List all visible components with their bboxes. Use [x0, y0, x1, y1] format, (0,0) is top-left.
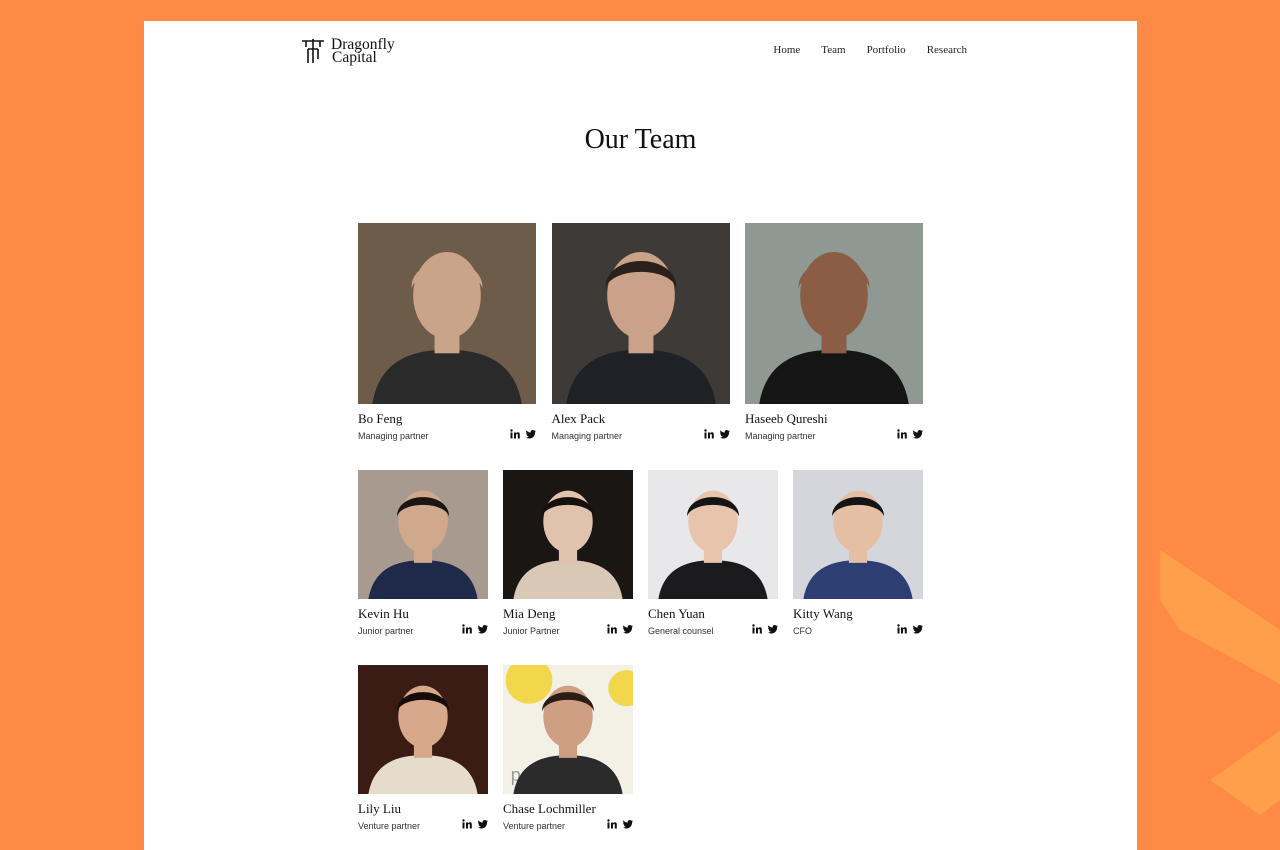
team-member-meta: Chen Yuan General counsel [648, 599, 778, 646]
twitter-icon[interactable] [623, 624, 633, 634]
team-card: Haseeb Qureshi Managing partner [745, 223, 923, 451]
team-member-photo [358, 223, 536, 404]
team-member-name: Alex Pack [551, 411, 606, 426]
team-member-photo [551, 223, 730, 404]
linkedin-icon[interactable] [897, 429, 907, 439]
social-links [897, 429, 923, 439]
team-member-name: Kevin Hu [358, 606, 409, 621]
linkedin-icon[interactable] [510, 429, 520, 439]
team-member-photo [648, 470, 778, 599]
nav-portfolio[interactable]: Portfolio [867, 44, 906, 56]
team-member-meta: Alex Pack Managing partner [552, 404, 730, 451]
team-member-photo [503, 470, 633, 599]
site-header: Dragonfly Capital Home Team Portfolio Re… [144, 21, 1137, 91]
team-card: Bo Feng Managing partner [358, 223, 536, 451]
team-member-photo [358, 665, 488, 794]
social-links [462, 819, 488, 829]
page-title: Our Team [584, 124, 697, 155]
team-member-photo [358, 470, 488, 599]
social-links [607, 819, 633, 829]
linkedin-icon[interactable] [607, 819, 617, 829]
team-member-name: Chase Lochmiller [503, 801, 596, 816]
team-row-2: Kevin Hu Junior partner Mia Deng Junior Pa… [358, 470, 938, 646]
social-links [897, 624, 923, 634]
team-member-meta: Kevin Hu Junior partner [358, 599, 488, 646]
team-card: powered bChase LochmillerVenture partner [503, 665, 633, 841]
team-member-meta: Bo Feng Managing partner [358, 404, 536, 451]
team-card: Kevin Hu Junior partner [358, 470, 488, 646]
team-card: Chen Yuan General counsel [648, 470, 778, 646]
team-row-1: Bo Feng Managing partner Alex Pack Managin… [358, 223, 939, 451]
social-links [703, 429, 730, 439]
twitter-icon[interactable] [478, 819, 488, 829]
nav-team[interactable]: Team [821, 44, 845, 56]
linkedin-icon[interactable] [462, 624, 472, 634]
linkedin-icon[interactable] [703, 429, 714, 439]
team-card: Alex Pack Managing partner [551, 223, 730, 451]
team-member-photo [793, 470, 923, 599]
linkedin-icon[interactable] [752, 624, 762, 634]
linkedin-icon[interactable] [462, 819, 472, 829]
twitter-icon[interactable] [526, 429, 536, 439]
team-card: Lily Liu Venture partner [358, 665, 488, 841]
social-links [607, 624, 633, 634]
brand-logo[interactable]: Dragonfly Capital [300, 37, 395, 65]
team-member-meta: Haseeb Qureshi Managing partner [745, 404, 923, 451]
twitter-icon[interactable] [719, 429, 730, 439]
nav-research[interactable]: Research [927, 44, 967, 56]
main-nav: Home Team Portfolio Research [773, 44, 967, 56]
team-member-meta: Kitty Wang CFO [793, 599, 923, 646]
decorative-chevron-shape [1160, 550, 1280, 815]
team-member-name: Lily Liu [358, 801, 401, 816]
main-page: Dragonfly Capital Home Team Portfolio Re… [144, 21, 1137, 850]
twitter-icon[interactable] [623, 819, 633, 829]
team-member-meta: Chase Lochmiller Venture partner [503, 794, 633, 841]
team-row-3: Lily LiuVenture partner powered bChase L… [358, 665, 648, 841]
dragonfly-logo-icon [302, 39, 324, 63]
nav-home[interactable]: Home [773, 44, 800, 56]
team-member-name: Mia Deng [503, 606, 556, 621]
team-member-name: Bo Feng [358, 411, 403, 426]
team-card: Kitty Wang CFO [793, 470, 923, 646]
social-links [462, 624, 488, 634]
team-member-meta: Lily Liu Venture partner [358, 794, 488, 841]
twitter-icon[interactable] [913, 624, 923, 634]
team-member-name: Kitty Wang [793, 606, 853, 621]
twitter-icon[interactable] [768, 624, 778, 634]
team-member-photo [745, 223, 923, 404]
social-links [752, 624, 778, 634]
linkedin-icon[interactable] [607, 624, 617, 634]
team-member-meta: Mia Deng Junior Partner [503, 599, 633, 646]
team-member-photo: powered b [503, 665, 633, 794]
team-member-name: Haseeb Qureshi [745, 411, 828, 426]
twitter-icon[interactable] [913, 429, 923, 439]
team-member-name: Chen Yuan [648, 606, 705, 621]
social-links [510, 429, 536, 439]
team-card: Mia Deng Junior Partner [503, 470, 633, 646]
twitter-icon[interactable] [478, 624, 488, 634]
linkedin-icon[interactable] [897, 624, 907, 634]
brand-wordmark: Dragonfly Capital [331, 37, 395, 66]
